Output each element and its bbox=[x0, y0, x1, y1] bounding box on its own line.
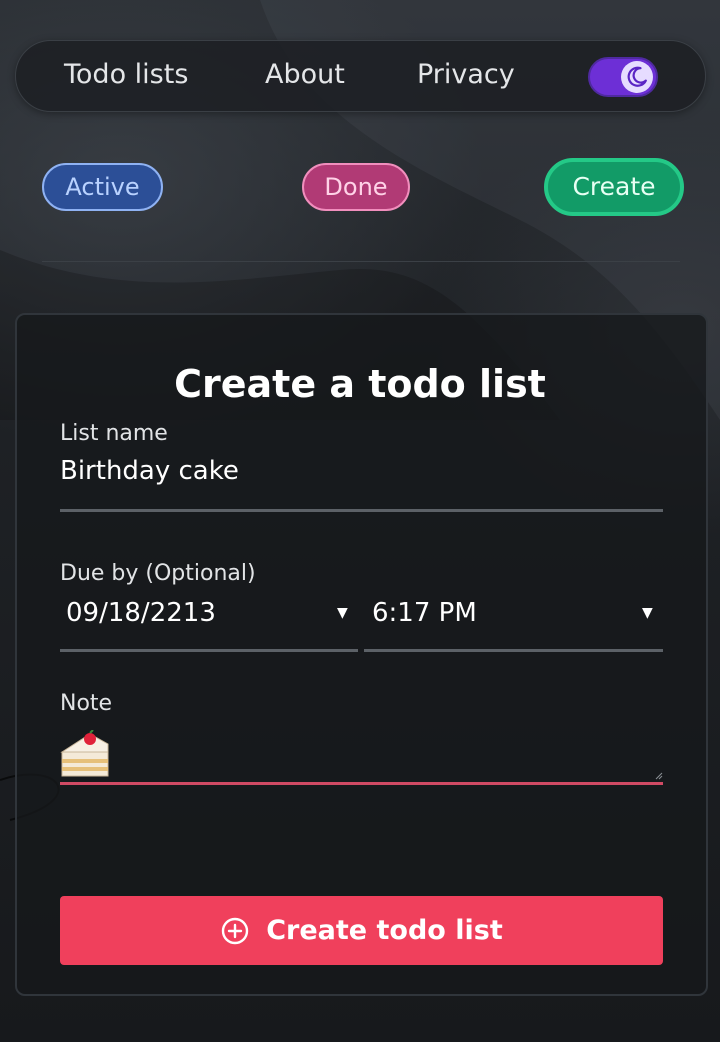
create-form-card bbox=[15, 313, 708, 996]
due-by-label: Due by (Optional) bbox=[60, 561, 256, 586]
plus-circle-icon bbox=[222, 917, 249, 944]
top-navbar: Todo lists About Privacy bbox=[15, 40, 706, 112]
due-time-select[interactable]: 6:17 PM ▼ bbox=[364, 593, 663, 652]
filter-active-button[interactable]: Active bbox=[42, 163, 163, 211]
filter-done-button[interactable]: Done bbox=[302, 163, 410, 211]
theme-toggle[interactable] bbox=[588, 57, 658, 97]
nav-link-about[interactable]: About bbox=[265, 59, 345, 90]
resize-handle-icon[interactable] bbox=[655, 772, 663, 780]
create-todo-list-button[interactable]: Create todo list bbox=[60, 896, 663, 965]
nav-link-privacy[interactable]: Privacy bbox=[417, 59, 515, 90]
note-textarea[interactable] bbox=[60, 728, 663, 785]
create-todo-list-label: Create todo list bbox=[266, 915, 503, 946]
due-time-value: 6:17 PM bbox=[372, 598, 477, 628]
due-date-select[interactable]: 09/18/2213 ▼ bbox=[60, 593, 358, 652]
list-name-label: List name bbox=[60, 421, 168, 446]
form-title: Create a todo list bbox=[174, 362, 546, 406]
chevron-down-icon: ▼ bbox=[642, 605, 653, 621]
toggle-knob bbox=[621, 61, 653, 93]
section-divider bbox=[42, 261, 680, 262]
note-label: Note bbox=[60, 691, 113, 716]
chevron-down-icon: ▼ bbox=[337, 605, 348, 621]
list-name-input[interactable]: Birthday cake bbox=[60, 456, 663, 512]
due-date-value: 09/18/2213 bbox=[66, 598, 216, 628]
nav-link-todo-lists[interactable]: Todo lists bbox=[64, 59, 188, 90]
filter-create-button[interactable]: Create bbox=[544, 158, 684, 216]
list-name-value: Birthday cake bbox=[60, 456, 239, 486]
cake-emoji bbox=[60, 730, 109, 777]
moon-icon bbox=[627, 66, 647, 87]
